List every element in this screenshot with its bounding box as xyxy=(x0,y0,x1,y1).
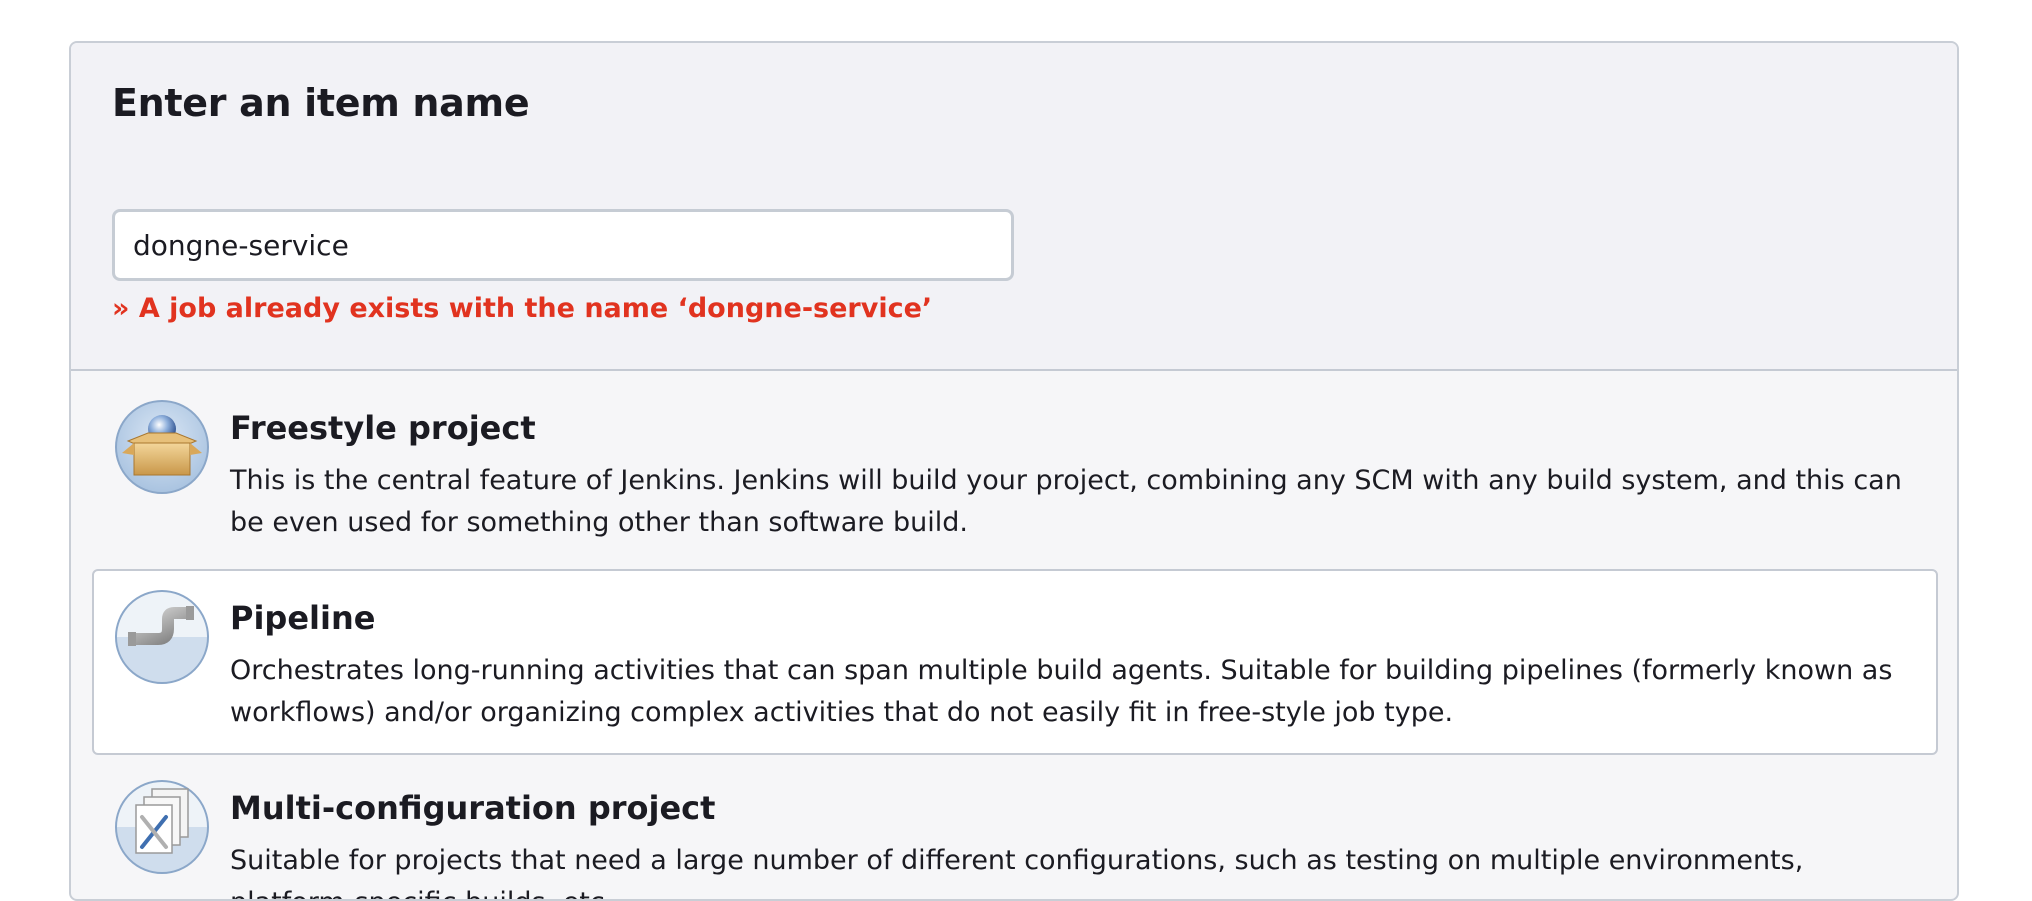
item-name-input[interactable] xyxy=(112,209,1014,281)
item-type-description: Suitable for projects that need a large … xyxy=(230,845,1804,899)
new-item-panel: Enter an item name » A job already exist… xyxy=(69,41,1959,901)
item-type-pipeline[interactable]: Pipeline Orchestrates long-running activ… xyxy=(92,569,1938,755)
item-type-title: Multi-configuration project xyxy=(230,789,716,827)
item-type-freestyle-project[interactable]: Freestyle project This is the central fe… xyxy=(92,379,1938,565)
item-type-description: Orchestrates long-running activities tha… xyxy=(230,655,1893,728)
item-type-title: Freestyle project xyxy=(230,409,536,447)
item-name-error: » A job already exists with the name ‘do… xyxy=(112,293,933,324)
item-type-multi-configuration-project[interactable]: Multi-configuration project Suitable for… xyxy=(92,759,1938,899)
item-name-section: Enter an item name » A job already exist… xyxy=(71,43,1957,371)
item-type-title: Pipeline xyxy=(230,599,376,637)
pipeline-icon xyxy=(115,590,209,684)
multi-configuration-project-icon xyxy=(115,780,209,874)
freestyle-project-icon xyxy=(115,400,209,494)
item-type-description: This is the central feature of Jenkins. … xyxy=(230,465,1902,538)
page-title: Enter an item name xyxy=(112,81,530,125)
